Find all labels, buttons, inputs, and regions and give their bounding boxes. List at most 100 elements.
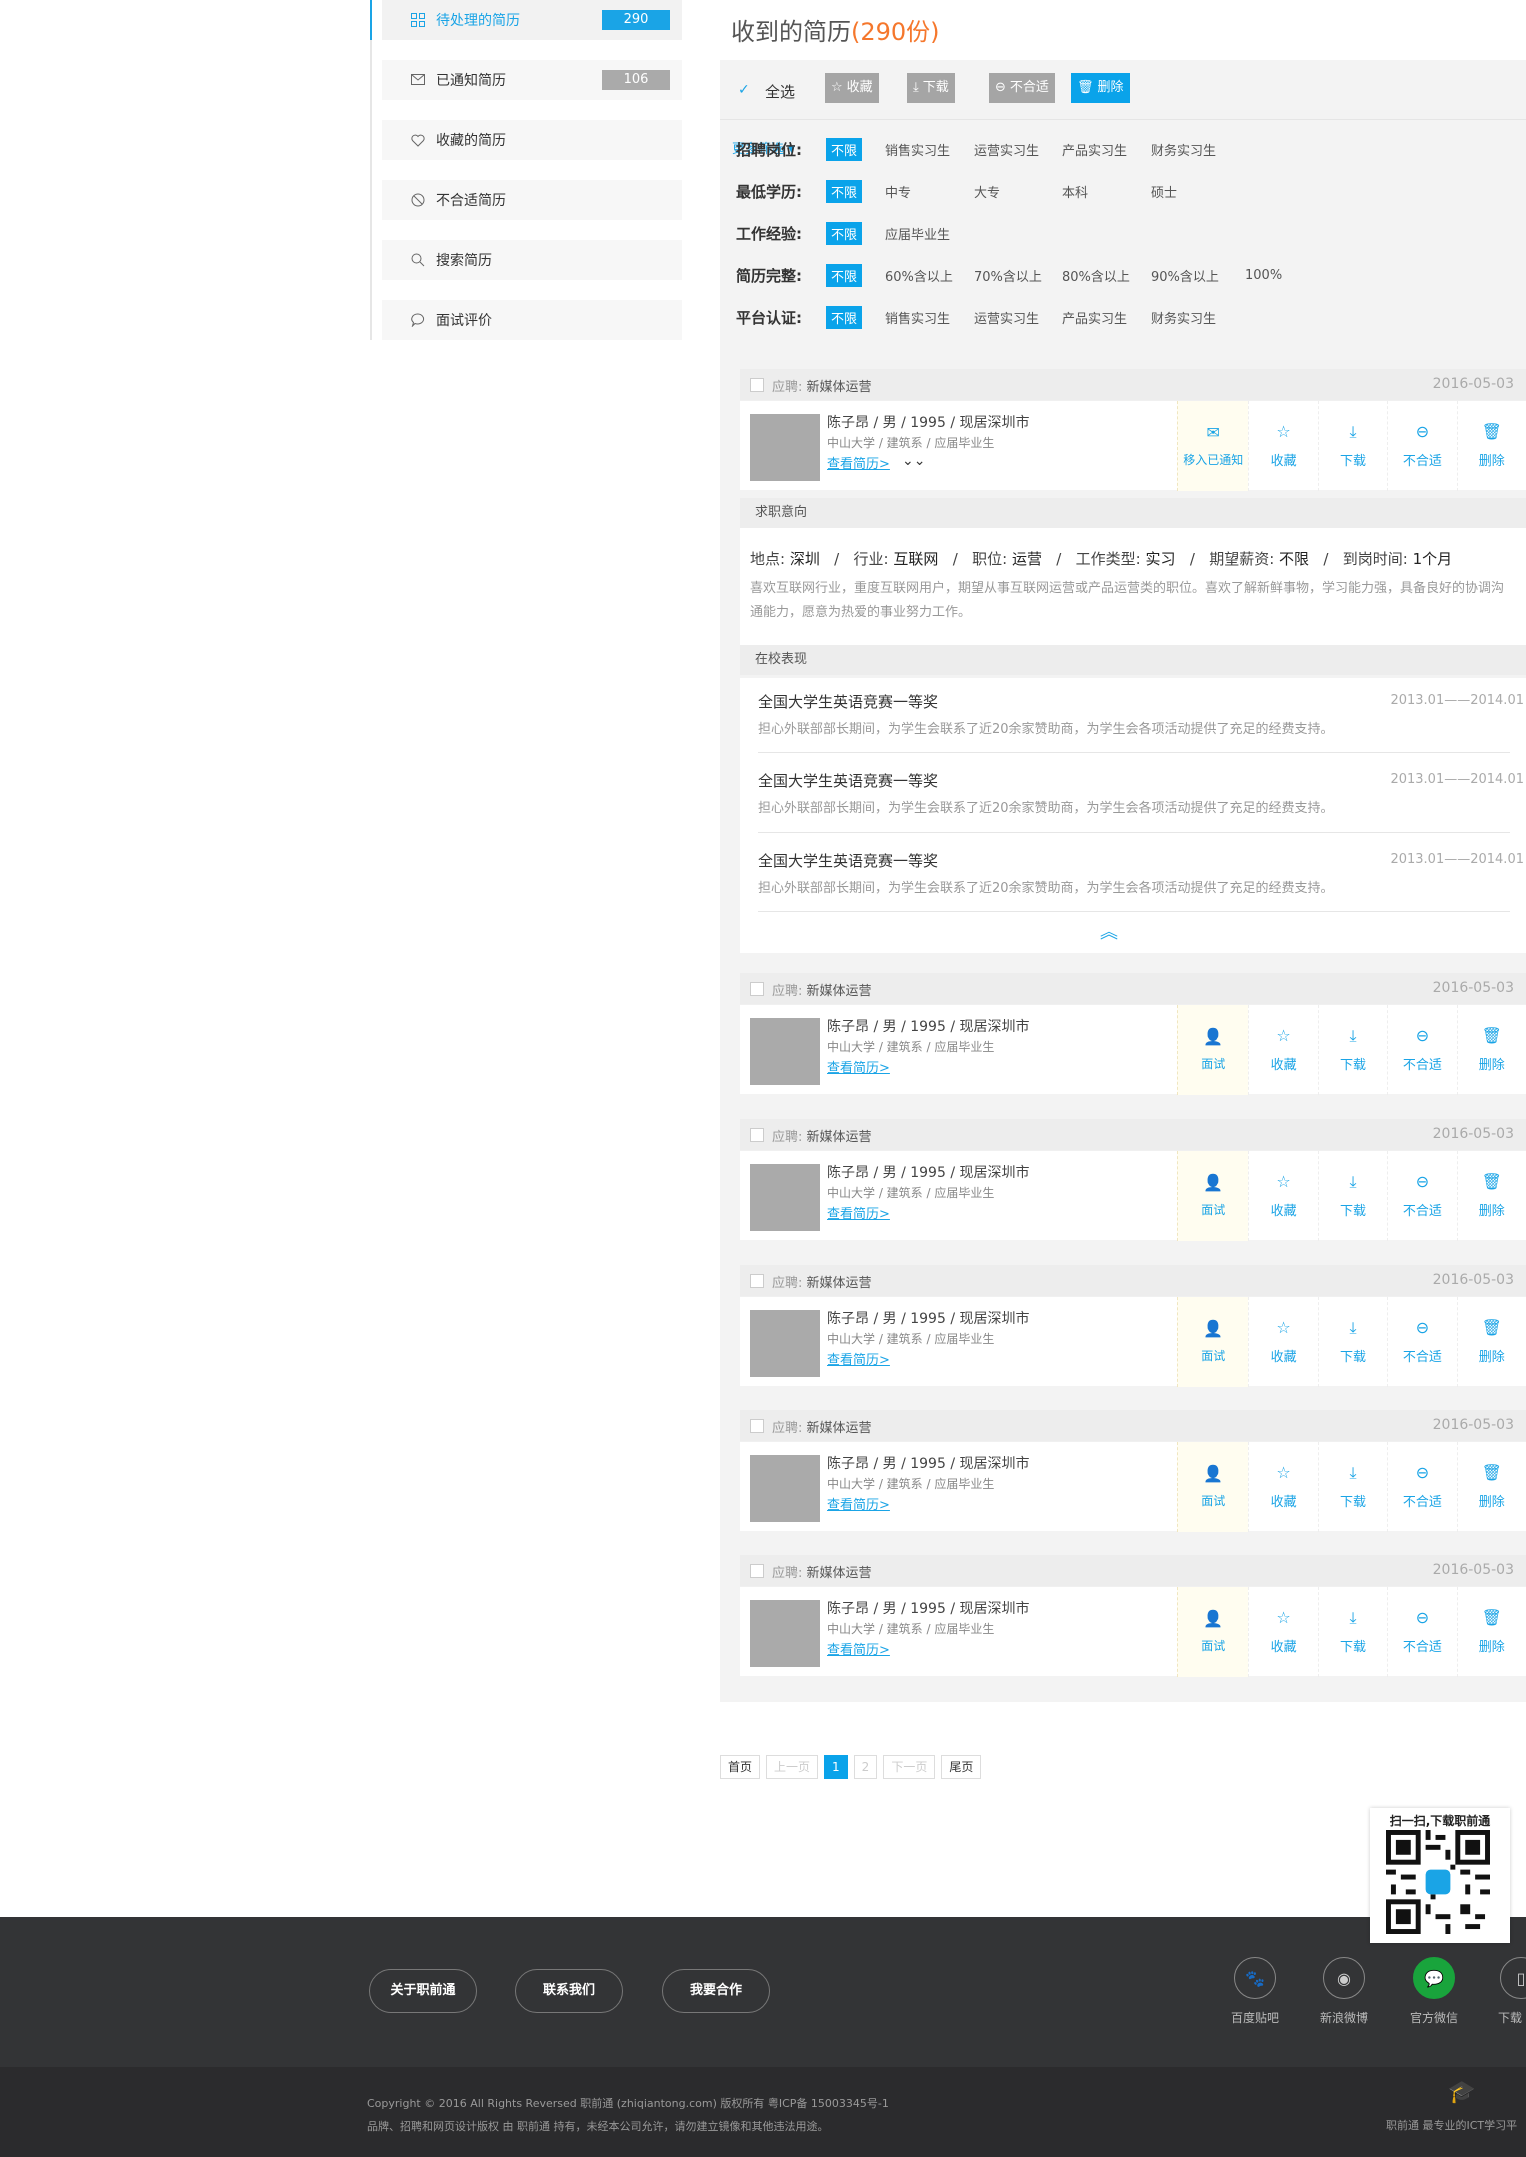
download-button[interactable]: ⤓ 下载: [1317, 1005, 1387, 1095]
select-all-label[interactable]: 全选: [765, 81, 795, 102]
filter-row-education: 最低学历: 不限 中专 大专 本科 硕士: [736, 179, 1177, 203]
filter-option[interactable]: 不限: [826, 221, 863, 245]
filter-option[interactable]: 应届毕业生: [885, 224, 950, 243]
filter-option[interactable]: 不限: [826, 179, 863, 203]
card-checkbox[interactable]: [750, 982, 764, 996]
chevron-double-down-icon[interactable]: ⌄⌄: [902, 453, 925, 469]
download-button[interactable]: ⤓ 下载: [1317, 1587, 1387, 1677]
filter-option[interactable]: 产品实习生: [1062, 140, 1127, 159]
view-resume-link[interactable]: 查看简历>: [827, 453, 890, 472]
page-prev[interactable]: 上一页: [766, 1755, 819, 1779]
arrive-value: 1个月: [1412, 550, 1453, 568]
chevron-double-up-icon[interactable]: ︽: [1100, 924, 1118, 942]
filter-option[interactable]: 中专: [885, 182, 911, 201]
delete-button[interactable]: 🗑 删除: [1456, 401, 1526, 491]
filter-option[interactable]: 60%含以上: [885, 266, 953, 285]
filter-option[interactable]: 销售实习生: [885, 140, 950, 159]
filter-option[interactable]: 80%含以上: [1062, 266, 1130, 285]
delete-button[interactable]: 🗑 删除: [1071, 73, 1130, 103]
view-resume-link[interactable]: 查看简历>: [827, 1203, 890, 1222]
interview-label: 面试: [1201, 1348, 1226, 1363]
interview-button[interactable]: 👤 面试: [1177, 1442, 1249, 1532]
unsuitable-button[interactable]: ⊖ 不合适: [1387, 1587, 1456, 1677]
filter-option[interactable]: 100%: [1245, 268, 1282, 283]
card-checkbox[interactable]: [750, 1128, 764, 1142]
filter-option[interactable]: 本科: [1062, 182, 1088, 201]
unsuitable-button[interactable]: ⊖ 不合适: [1387, 1005, 1456, 1095]
download-button[interactable]: ⤓ 下载: [1317, 1151, 1387, 1241]
page-1[interactable]: 1: [824, 1755, 848, 1779]
filter-option[interactable]: 不限: [826, 263, 863, 287]
page-first[interactable]: 首页: [720, 1755, 761, 1779]
filter-option[interactable]: 产品实习生: [1062, 308, 1127, 327]
about-button[interactable]: 关于职前通: [369, 1969, 477, 2013]
sidebar-item-collected[interactable]: 收藏的简历: [382, 120, 682, 160]
page-next[interactable]: 下一页: [883, 1755, 936, 1779]
download-button[interactable]: ⤓ 下载: [907, 73, 955, 103]
social-tieba[interactable]: 🐾 百度贴吧: [1215, 1957, 1295, 2026]
card-checkbox[interactable]: [750, 1419, 764, 1433]
view-resume-link[interactable]: 查看简历>: [827, 1349, 890, 1368]
check-icon[interactable]: ✓: [738, 82, 754, 98]
filter-option[interactable]: 70%含以上: [974, 266, 1042, 285]
sidebar-item-search[interactable]: 搜索简历: [382, 240, 682, 280]
unsuitable-button[interactable]: ⊖ 不合适: [1387, 401, 1456, 491]
social-weibo[interactable]: ◉ 新浪微博: [1304, 1957, 1384, 2026]
unsuitable-button[interactable]: ⊖ 不合适: [1387, 1151, 1456, 1241]
view-resume-link[interactable]: 查看简历>: [827, 1494, 890, 1513]
filter-option[interactable]: 财务实习生: [1151, 140, 1216, 159]
collect-button[interactable]: ☆ 收藏: [1248, 1587, 1317, 1677]
filter-option[interactable]: 运营实习生: [974, 308, 1039, 327]
collect-button[interactable]: ☆ 收藏: [1248, 1297, 1317, 1387]
view-resume-link[interactable]: 查看简历>: [827, 1639, 890, 1658]
collect-button[interactable]: ☆ 收藏: [1248, 1151, 1317, 1241]
collect-button[interactable]: ☆ 收藏: [1248, 1442, 1317, 1532]
delete-button[interactable]: 🗑 删除: [1456, 1297, 1526, 1387]
divider: [758, 832, 1510, 833]
sidebar-item-review[interactable]: 面试评价: [382, 300, 682, 340]
sidebar-item-notified[interactable]: 已通知简历 106: [382, 60, 682, 100]
delete-button[interactable]: 🗑 删除: [1456, 1442, 1526, 1532]
filter-option[interactable]: 运营实习生: [974, 140, 1039, 159]
delete-button[interactable]: 🗑 删除: [1456, 1587, 1526, 1677]
filter-option[interactable]: 财务实习生: [1151, 308, 1216, 327]
unsuitable-button[interactable]: ⊖ 不合适: [1387, 1442, 1456, 1532]
sidebar-item-pending[interactable]: 待处理的简历 290: [370, 0, 682, 40]
social-label: 下载: [1498, 2011, 1523, 2025]
interview-button[interactable]: 👤 面试: [1177, 1587, 1249, 1677]
unsuitable-button[interactable]: ⊖ 不合适: [1387, 1297, 1456, 1387]
card-checkbox[interactable]: [750, 1274, 764, 1288]
page-last[interactable]: 尾页: [941, 1755, 982, 1779]
delete-button[interactable]: 🗑 删除: [1456, 1151, 1526, 1241]
social-wechat[interactable]: 💬 官方微信: [1394, 1957, 1474, 2026]
download-button[interactable]: ⤓ 下载: [1317, 401, 1387, 491]
award-item: 全国大学生英语竞赛一等奖 担心外联部部长期间，为学生会联系了近20余家赞助商，为…: [758, 770, 1524, 816]
move-to-notified-button[interactable]: ✉ 移入已通知: [1177, 401, 1249, 491]
view-resume-link[interactable]: 查看简历>: [827, 1057, 890, 1076]
contact-button[interactable]: 联系我们: [515, 1969, 623, 2013]
download-button[interactable]: ⤓ 下载: [1317, 1442, 1387, 1532]
interview-button[interactable]: 👤 面试: [1177, 1151, 1249, 1241]
interview-button[interactable]: 👤 面试: [1177, 1005, 1249, 1095]
filter-option[interactable]: 不限: [826, 137, 863, 161]
filter-option[interactable]: 大专: [974, 182, 1000, 201]
cooperate-button[interactable]: 我要合作: [662, 1969, 770, 2013]
download-button[interactable]: ⤓ 下载: [1317, 1297, 1387, 1387]
filter-option[interactable]: 硕士: [1151, 182, 1177, 201]
delete-button[interactable]: 🗑 删除: [1456, 1005, 1526, 1095]
social-download[interactable]: ▯ 下载: [1478, 1957, 1526, 2026]
card-checkbox[interactable]: [750, 378, 764, 392]
filter-option[interactable]: 不限: [826, 305, 863, 329]
collect-button[interactable]: ☆ 收藏: [1248, 401, 1317, 491]
collect-button[interactable]: ☆ 收藏: [1248, 1005, 1317, 1095]
sidebar-item-unsuitable[interactable]: 不合适简历: [382, 180, 682, 220]
collect-button[interactable]: ☆ 收藏: [825, 73, 879, 103]
separator: /: [1323, 550, 1329, 568]
unsuitable-button[interactable]: ⊖ 不合适: [989, 73, 1055, 103]
card-checkbox[interactable]: [750, 1564, 764, 1578]
filter-option[interactable]: 90%含以上: [1151, 266, 1219, 285]
interview-button[interactable]: 👤 面试: [1177, 1297, 1249, 1387]
page-2[interactable]: 2: [853, 1755, 878, 1779]
mobile-icon: ▯: [1500, 1957, 1526, 1999]
filter-option[interactable]: 销售实习生: [885, 308, 950, 327]
